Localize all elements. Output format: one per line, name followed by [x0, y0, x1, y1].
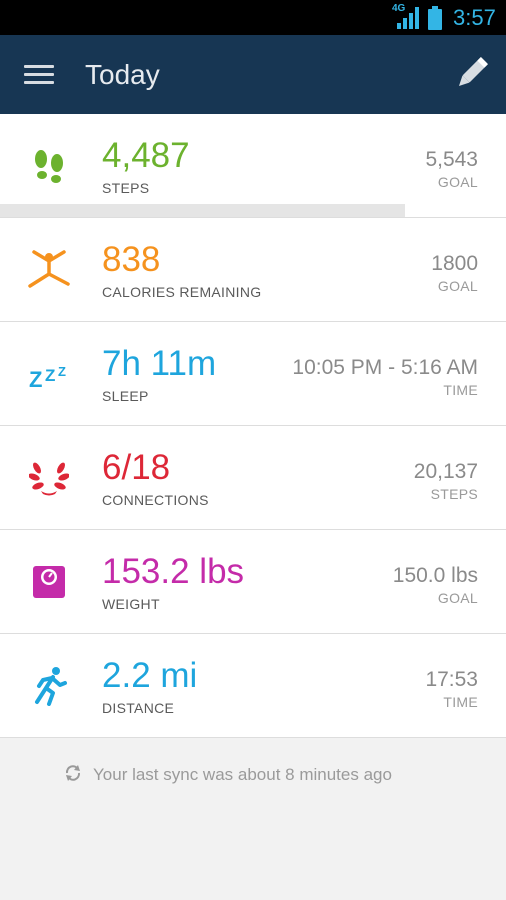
- sleep-label: SLEEP: [102, 388, 149, 404]
- calories-goal-label: GOAL: [437, 278, 478, 294]
- svg-text:Z: Z: [29, 367, 42, 389]
- row-sleep[interactable]: Z Z Z 7h 11m SLEEP 10:05 PM - 5:16 AM TI…: [0, 322, 506, 426]
- page-title: Today: [85, 59, 160, 90]
- weight-goal-label: GOAL: [437, 590, 478, 606]
- pencil-icon[interactable]: [454, 57, 488, 91]
- steps-goal-value: 5,543: [425, 148, 478, 171]
- row-calories[interactable]: 838 CALORIES REMAINING 1800 GOAL: [0, 218, 506, 322]
- app-bar: Today: [0, 35, 506, 114]
- distance-label: DISTANCE: [102, 700, 175, 716]
- row-steps[interactable]: 4,487 STEPS 5,543 GOAL: [0, 114, 506, 218]
- calories-goal-value: 1800: [431, 252, 478, 275]
- weight-goal-value: 150.0 lbs: [392, 564, 478, 587]
- connections-value: 6/18: [102, 448, 171, 487]
- laurel-wreath-icon: [24, 456, 74, 500]
- signal-icon: [397, 7, 419, 29]
- jumping-person-icon: [24, 248, 74, 292]
- battery-icon: [428, 6, 442, 30]
- calories-label: CALORIES REMAINING: [102, 284, 262, 300]
- runner-icon: [24, 664, 74, 708]
- sleep-time-label: TIME: [443, 382, 478, 398]
- distance-value: 2.2 mi: [102, 656, 198, 695]
- connections-label: CONNECTIONS: [102, 492, 209, 508]
- calories-value: 838: [102, 240, 161, 279]
- status-bar: 4G 3:57: [0, 0, 506, 35]
- sync-icon[interactable]: [64, 764, 82, 782]
- steps-label: STEPS: [102, 180, 150, 196]
- status-clock: 3:57: [453, 5, 496, 30]
- steps-progress-fill: [0, 204, 405, 217]
- distance-time-label: TIME: [443, 694, 478, 710]
- stats-list: 4,487 STEPS 5,543 GOAL 838 CALORIES REMA…: [0, 114, 506, 738]
- distance-time-value: 17:53: [425, 668, 478, 691]
- menu-icon[interactable]: [24, 65, 54, 85]
- sync-status: Your last sync was about 8 minutes ago: [0, 738, 506, 810]
- connections-steps-label: STEPS: [430, 486, 478, 502]
- row-distance[interactable]: 2.2 mi DISTANCE 17:53 TIME: [0, 634, 506, 738]
- row-weight[interactable]: 153.2 lbs WEIGHT 150.0 lbs GOAL: [0, 530, 506, 634]
- steps-value: 4,487: [102, 136, 190, 175]
- weight-label: WEIGHT: [102, 596, 160, 612]
- scale-icon: [24, 560, 74, 604]
- weight-value: 153.2 lbs: [102, 552, 245, 591]
- row-connections[interactable]: 6/18 CONNECTIONS 20,137 STEPS: [0, 426, 506, 530]
- footprints-icon: [24, 144, 74, 188]
- sleep-time-value: 10:05 PM - 5:16 AM: [292, 356, 478, 379]
- svg-text:Z: Z: [58, 364, 66, 379]
- svg-text:Z: Z: [45, 366, 55, 385]
- steps-goal-label: GOAL: [437, 174, 478, 190]
- zzz-icon: Z Z Z: [24, 352, 74, 396]
- steps-progress-bar: [0, 204, 506, 217]
- sync-text: Your last sync was about 8 minutes ago: [93, 765, 392, 784]
- connections-steps-value: 20,137: [413, 460, 478, 483]
- sleep-value: 7h 11m: [102, 344, 217, 383]
